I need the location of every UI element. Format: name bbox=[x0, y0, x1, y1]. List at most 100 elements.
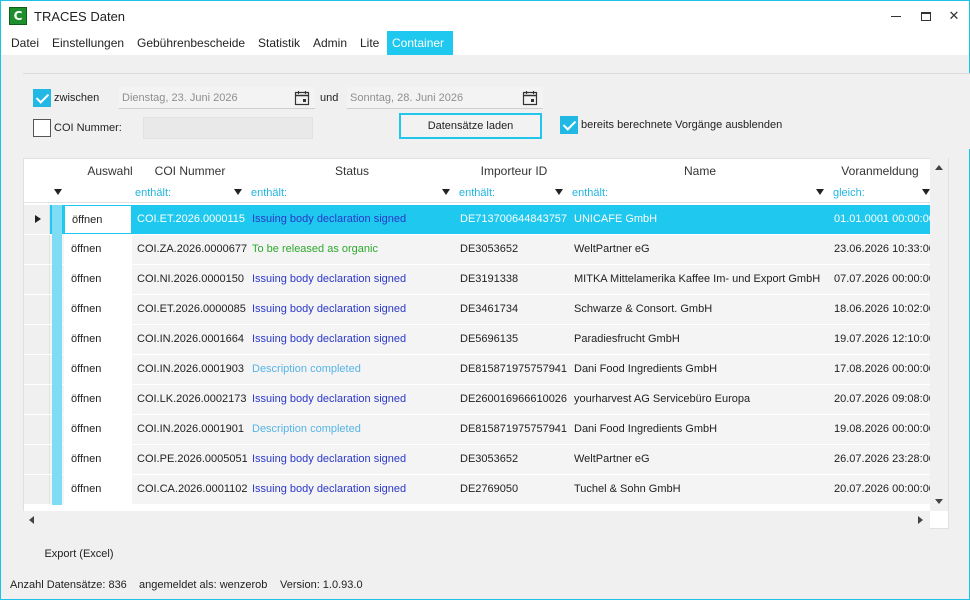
minimize-icon bbox=[891, 16, 901, 18]
row-header[interactable] bbox=[24, 325, 50, 354]
cell-status: Issuing body declaration signed bbox=[252, 273, 407, 285]
filter-dropdown-icon[interactable] bbox=[555, 189, 563, 195]
table-row[interactable]: öffnen COI.ET.2026.0000115 Issuing body de… bbox=[24, 205, 948, 235]
scroll-right-icon[interactable] bbox=[918, 516, 923, 524]
row-stripe bbox=[52, 355, 62, 385]
status-bar: Anzahl Datensätze: 836 angemeldet als: w… bbox=[1, 572, 969, 599]
column-header-name[interactable]: Name bbox=[572, 159, 828, 183]
cell-coi-nummer: COI.NI.2026.0000150 bbox=[137, 273, 245, 285]
vertical-scrollbar[interactable] bbox=[930, 158, 948, 511]
row-header[interactable] bbox=[24, 205, 50, 234]
row-header[interactable] bbox=[24, 415, 50, 444]
cell-voranmeldung: 01.01.0001 00:00:00 bbox=[834, 213, 930, 225]
table-row[interactable]: öffnen COI.IN.2026.0001901 Description com… bbox=[24, 415, 948, 445]
cell-coi-nummer: COI.IN.2026.0001664 bbox=[137, 333, 245, 345]
filter-dropdown-icon[interactable] bbox=[442, 189, 450, 195]
column-header-coi-nummer[interactable]: COI Nummer bbox=[132, 159, 248, 183]
minimize-button[interactable] bbox=[881, 5, 911, 27]
cell-voranmeldung: 26.07.2026 23:28:00 bbox=[834, 453, 930, 465]
row-stripe bbox=[52, 235, 62, 265]
table-row[interactable]: öffnen COI.PE.2026.0005051 Issuing body de… bbox=[24, 445, 948, 475]
filter-dropdown-icon[interactable] bbox=[54, 189, 62, 195]
open-link[interactable]: öffnen bbox=[64, 355, 132, 384]
column-header-voranmeldung[interactable]: Voranmeldung bbox=[830, 159, 930, 183]
open-link[interactable]: öffnen bbox=[64, 325, 132, 354]
coi-number-label: COI Nummer: bbox=[54, 122, 122, 134]
app-window: C TRACES Daten ✕ Datei Einstellungen Geb… bbox=[0, 0, 970, 600]
filter-importeur-id[interactable]: enthält: bbox=[459, 183, 495, 203]
open-link[interactable]: öffnen bbox=[64, 295, 132, 324]
cell-name: WeltPartner eG bbox=[574, 243, 650, 255]
table-row[interactable]: öffnen COI.CA.2026.0001102 Issuing body de… bbox=[24, 475, 948, 505]
coi-number-input[interactable] bbox=[143, 117, 313, 139]
open-link[interactable]: öffnen bbox=[64, 475, 132, 504]
date-from-input[interactable]: Dienstag, 23. Juni 2026 bbox=[119, 87, 315, 109]
calendar-icon[interactable] bbox=[522, 90, 538, 106]
close-button[interactable]: ✕ bbox=[939, 5, 969, 27]
open-link[interactable]: öffnen bbox=[64, 205, 132, 234]
cell-name: WeltPartner eG bbox=[574, 453, 650, 465]
row-header[interactable] bbox=[24, 295, 50, 324]
filter-dropdown-icon[interactable] bbox=[922, 189, 930, 195]
calendar-icon[interactable] bbox=[294, 90, 310, 106]
row-header[interactable] bbox=[24, 475, 50, 504]
app-version: Version: 1.0.93.0 bbox=[280, 579, 363, 591]
maximize-button[interactable] bbox=[911, 5, 941, 27]
cell-voranmeldung: 17.08.2026 00:00:00 bbox=[834, 363, 930, 375]
menu-lite[interactable]: Lite bbox=[355, 31, 384, 55]
cell-status: Issuing body declaration signed bbox=[252, 303, 407, 315]
cell-importeur-id: DE815871975757941 bbox=[460, 423, 568, 435]
row-header[interactable] bbox=[24, 355, 50, 384]
menu-statistik[interactable]: Statistik bbox=[253, 31, 305, 55]
filter-name[interactable]: enthält: bbox=[572, 183, 608, 203]
cell-voranmeldung: 07.07.2026 00:00:00 bbox=[834, 273, 930, 285]
row-header[interactable] bbox=[24, 265, 50, 294]
cell-voranmeldung: 23.06.2026 10:33:00 bbox=[834, 243, 930, 255]
cell-status: Issuing body declaration signed bbox=[252, 453, 407, 465]
filter-status[interactable]: enthält: bbox=[251, 183, 287, 203]
table-row[interactable]: öffnen COI.ET.2026.0000085 Issuing body de… bbox=[24, 295, 948, 325]
table-row[interactable]: öffnen COI.NI.2026.0000150 Issuing body de… bbox=[24, 265, 948, 295]
open-link[interactable]: öffnen bbox=[64, 385, 132, 414]
coi-number-checkbox[interactable] bbox=[33, 119, 51, 137]
column-header-importeur-id[interactable]: Importeur ID bbox=[456, 159, 572, 183]
scroll-down-icon[interactable] bbox=[935, 499, 943, 504]
hide-calculated-checkbox[interactable] bbox=[560, 116, 578, 134]
cell-status: Description completed bbox=[252, 363, 361, 375]
filter-voranmeldung[interactable]: gleich: bbox=[833, 183, 865, 203]
between-checkbox[interactable] bbox=[33, 89, 51, 107]
open-link[interactable]: öffnen bbox=[64, 235, 132, 264]
table-row[interactable]: öffnen COI.IN.2026.0001664 Issuing body de… bbox=[24, 325, 948, 355]
row-header[interactable] bbox=[24, 385, 50, 414]
open-link[interactable]: öffnen bbox=[64, 265, 132, 294]
table-row[interactable]: öffnen COI.IN.2026.0001903 Description com… bbox=[24, 355, 948, 385]
open-link[interactable]: öffnen bbox=[64, 445, 132, 474]
title-bar: C TRACES Daten ✕ bbox=[1, 1, 969, 31]
scroll-left-icon[interactable] bbox=[29, 516, 34, 524]
table-row[interactable]: öffnen COI.LK.2026.0002173 Issuing body de… bbox=[24, 385, 948, 415]
date-to-input[interactable]: Sonntag, 28. Juni 2026 bbox=[347, 87, 543, 109]
column-header-status[interactable]: Status bbox=[248, 159, 456, 183]
table-row[interactable]: öffnen COI.ZA.2026.0000677 To be released … bbox=[24, 235, 948, 265]
menu-container[interactable]: Container bbox=[387, 31, 453, 55]
filter-coi-nummer[interactable]: enthält: bbox=[135, 183, 171, 203]
load-records-button[interactable]: Datensätze laden bbox=[399, 113, 542, 139]
row-stripe bbox=[52, 265, 62, 295]
menu-admin[interactable]: Admin bbox=[308, 31, 352, 55]
menu-einstellungen[interactable]: Einstellungen bbox=[47, 31, 129, 55]
cell-coi-nummer: COI.IN.2026.0001901 bbox=[137, 423, 245, 435]
row-header[interactable] bbox=[24, 235, 50, 264]
filter-dropdown-icon[interactable] bbox=[234, 189, 242, 195]
open-link[interactable]: öffnen bbox=[64, 415, 132, 444]
export-excel-button[interactable]: Export (Excel) bbox=[37, 544, 121, 564]
cell-voranmeldung: 19.07.2026 12:10:00 bbox=[834, 333, 930, 345]
menu-datei[interactable]: Datei bbox=[6, 31, 44, 55]
cell-status: Description completed bbox=[252, 423, 361, 435]
filter-dropdown-icon[interactable] bbox=[816, 189, 824, 195]
scroll-up-icon[interactable] bbox=[935, 165, 943, 170]
cell-voranmeldung: 20.07.2026 00:00:00 bbox=[834, 483, 930, 495]
row-header[interactable] bbox=[24, 445, 50, 474]
menu-gebuehrenbescheide[interactable]: Gebührenbescheide bbox=[132, 31, 250, 55]
cell-importeur-id: DE3053652 bbox=[460, 243, 519, 255]
horizontal-scrollbar[interactable] bbox=[23, 511, 930, 529]
